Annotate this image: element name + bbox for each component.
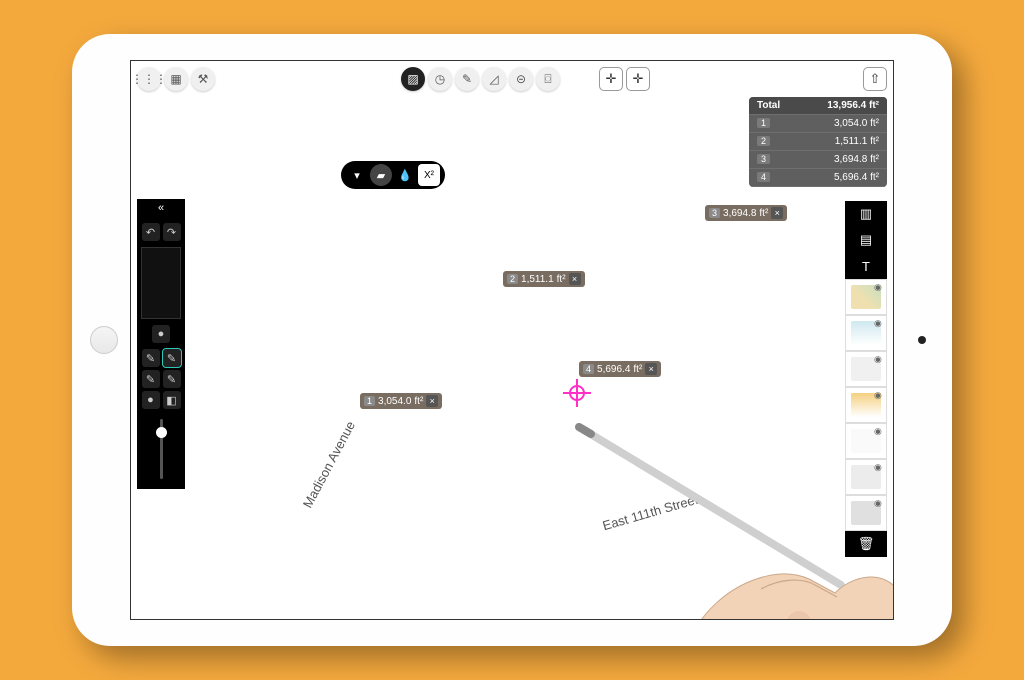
close-icon[interactable]: × — [771, 207, 783, 219]
visibility-icon[interactable]: ◉ — [874, 390, 884, 400]
visibility-icon[interactable]: ◉ — [874, 354, 884, 364]
undo-icon[interactable]: ↶ — [142, 223, 160, 241]
grid-icon[interactable]: ⋮⋮⋮ — [137, 67, 161, 91]
share-icon[interactable]: ⇧ — [863, 67, 887, 91]
layer-add-icon[interactable]: ▥ — [845, 201, 887, 227]
layer-thumb[interactable]: ◉ — [845, 423, 887, 459]
visibility-icon[interactable]: ◉ — [874, 426, 884, 436]
share-toolbar: ⇧ — [863, 67, 887, 91]
visibility-icon[interactable]: ◉ — [874, 462, 884, 472]
layer-thumb[interactable]: ◉ — [845, 459, 887, 495]
layer-thumb[interactable]: ◉ — [845, 279, 887, 315]
nib4-icon[interactable]: ✎ — [163, 370, 181, 388]
marker-icon[interactable]: ● — [142, 391, 160, 409]
layer-image-icon[interactable]: ▤ — [845, 227, 887, 253]
layer-delete-icon[interactable]: 🗑 — [845, 531, 887, 557]
visibility-icon[interactable]: ◉ — [874, 282, 884, 292]
settings-icon[interactable]: ⚒ — [191, 67, 215, 91]
canvas-area-label[interactable]: 33,694.8ft²× — [705, 205, 787, 221]
area-row[interactable]: 33,694.8 ft² — [749, 151, 887, 169]
color-dot-icon[interactable]: ● — [152, 325, 170, 343]
visibility-icon[interactable]: ◉ — [874, 318, 884, 328]
guide-toolbar: ✛ ✛ — [599, 67, 650, 91]
area-total-label: Total — [757, 100, 780, 111]
close-icon[interactable]: × — [426, 395, 438, 407]
redo-icon[interactable]: ↷ — [163, 223, 181, 241]
close-icon[interactable]: × — [645, 363, 657, 375]
ipad-frame: Madison Avenue East 111th Street ⋮⋮⋮ ▦ ⚒… — [72, 34, 952, 646]
pen-icon[interactable]: ✎ — [455, 67, 479, 91]
camera-icon[interactable]: ⌼ — [536, 67, 560, 91]
street-label-east: East 111th Street — [601, 492, 700, 534]
app-screen: Madison Avenue East 111th Street ⋮⋮⋮ ▦ ⚒… — [130, 60, 894, 620]
target2-icon[interactable]: ✛ — [626, 67, 650, 91]
credit-label: Drawing by Jim Keen — [60, 0, 75, 34]
size-slider[interactable] — [160, 419, 163, 479]
nib3-icon[interactable]: ✎ — [142, 370, 160, 388]
street-label-madison: Madison Avenue — [300, 419, 358, 511]
fill-toolbar: ▾ ▰ 💧 X² — [341, 161, 445, 189]
area-row[interactable]: 45,696.4 ft² — [749, 169, 887, 187]
x2-button[interactable]: X² — [418, 164, 440, 186]
canvas-area-label[interactable]: 21,511.1ft²× — [503, 271, 585, 287]
fill-dropdown-icon[interactable]: ▾ — [346, 164, 368, 186]
angle-icon[interactable]: ◿ — [482, 67, 506, 91]
area-total-panel: Total 13,956.4 ft² 13,054.0 ft² 21,511.1… — [749, 97, 887, 187]
area-total-value: 13,956.4 ft² — [827, 100, 879, 111]
target-icon[interactable]: ✛ — [599, 67, 623, 91]
top-center-toolbar: ▨ ◷ ✎ ◿ ⊝ ⌼ — [401, 67, 560, 91]
brush-panel: « ↶ ↷ ● ✎ ✎ ✎ ✎ ● ◧ — [137, 195, 185, 489]
nib2-icon[interactable]: ✎ — [163, 349, 181, 367]
ipad-camera — [918, 336, 926, 344]
layer-text-icon[interactable]: T — [845, 253, 887, 279]
nib1-icon[interactable]: ✎ — [142, 349, 160, 367]
layer-thumb[interactable]: ◉ — [845, 495, 887, 531]
bucket-icon[interactable]: ▰ — [370, 164, 392, 186]
area-row[interactable]: 21,511.1 ft² — [749, 133, 887, 151]
apps-icon[interactable]: ▦ — [164, 67, 188, 91]
top-left-toolbar: ⋮⋮⋮ ▦ ⚒ — [137, 67, 215, 91]
layer-panel: ▥ ▤ T ◉ ◉ ◉ ◉ ◉ ◉ ◉ 🗑 — [845, 201, 887, 557]
eraser-icon[interactable]: ◧ — [163, 391, 181, 409]
canvas-area-label[interactable]: 13,054.0ft²× — [360, 393, 442, 409]
visibility-icon[interactable]: ◉ — [874, 498, 884, 508]
crosshair-icon — [563, 379, 591, 407]
area-total-row: Total 13,956.4 ft² — [749, 97, 887, 115]
drop-icon[interactable]: 💧 — [394, 164, 416, 186]
collapse-icon[interactable]: « — [137, 199, 185, 217]
circle-icon[interactable]: ⊝ — [509, 67, 533, 91]
clock-icon[interactable]: ◷ — [428, 67, 452, 91]
layer-thumb[interactable]: ◉ — [845, 315, 887, 351]
layer-thumb[interactable]: ◉ — [845, 351, 887, 387]
hatch-icon[interactable]: ▨ — [401, 67, 425, 91]
ipad-home-button[interactable] — [90, 326, 118, 354]
area-row[interactable]: 13,054.0 ft² — [749, 115, 887, 133]
close-icon[interactable]: × — [569, 273, 581, 285]
layer-thumb[interactable]: ◉ — [845, 387, 887, 423]
canvas-area-label[interactable]: 45,696.4ft²× — [579, 361, 661, 377]
